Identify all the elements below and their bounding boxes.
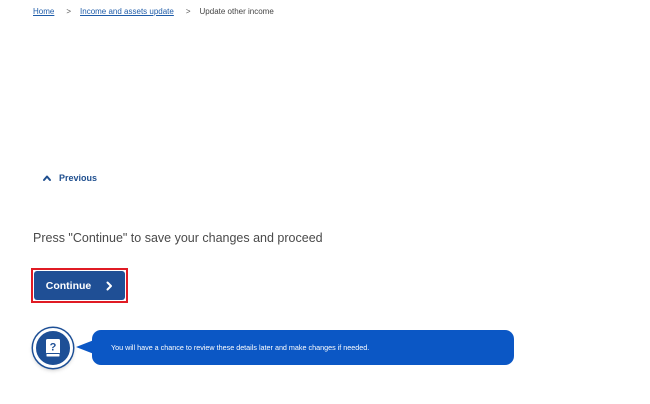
help-message-text: You will have a chance to review these d…: [111, 343, 370, 352]
chevron-right-icon: [105, 281, 113, 291]
continue-button[interactable]: Continue: [34, 271, 125, 300]
continue-label: Continue: [45, 279, 92, 292]
breadcrumb: Home > Income and assets update > Update…: [33, 6, 274, 18]
chevron-up-icon: [42, 173, 52, 183]
previous-link[interactable]: Previous: [42, 173, 97, 183]
breadcrumb-income-assets-link[interactable]: Income and assets update: [80, 6, 174, 18]
svg-text:?: ?: [50, 342, 57, 354]
previous-label: Previous: [59, 173, 98, 183]
question-book-icon: ?: [33, 328, 73, 368]
breadcrumb-current-page: Update other income: [199, 7, 274, 16]
instruction-text: Press "Continue" to save your changes an…: [33, 231, 323, 245]
page: Home > Income and assets update > Update…: [0, 0, 650, 404]
breadcrumb-separator: >: [66, 7, 72, 16]
help-message-bubble: You will have a chance to review these d…: [92, 330, 514, 365]
breadcrumb-separator: >: [185, 7, 191, 16]
breadcrumb-home-link[interactable]: Home: [33, 6, 54, 18]
